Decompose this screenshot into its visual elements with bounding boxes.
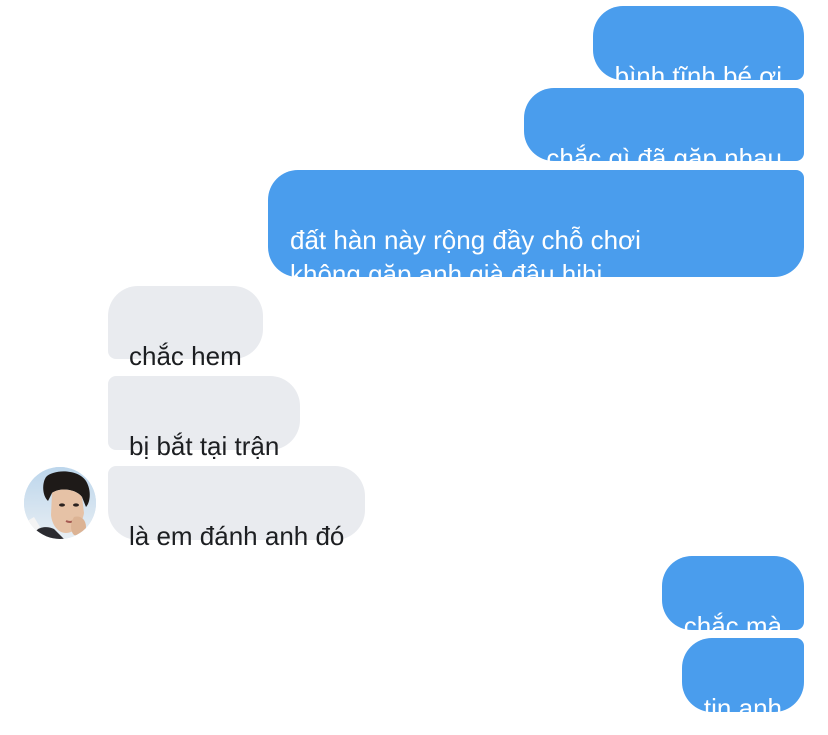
message-text: chắc mà (683, 611, 782, 641)
message-bubble-outgoing[interactable]: chắc mà (661, 556, 804, 641)
message-text: là em đánh anh đó (129, 521, 345, 551)
message-bubble-incoming[interactable]: bị bắt tại trận (108, 376, 301, 461)
user-avatar-photo-icon (24, 467, 96, 539)
message-bubble-outgoing[interactable]: tin anh (681, 638, 804, 723)
message-bubble-incoming[interactable]: chắc hem (108, 286, 263, 371)
message-bubble-outgoing[interactable]: chắc gì đã gặp nhau (524, 88, 804, 173)
message-text: đất hàn này rộng đầy chỗ chơi không gặp … (290, 225, 641, 289)
message-text: bình tĩnh bé ơi (614, 61, 782, 91)
avatar[interactable] (24, 467, 96, 539)
message-bubble-outgoing[interactable]: đất hàn này rộng đầy chỗ chơi không gặp … (268, 170, 804, 289)
message-text: tin anh (703, 693, 782, 723)
message-bubble-outgoing[interactable]: bình tĩnh bé ơi (592, 6, 804, 91)
message-text: chắc gì đã gặp nhau (546, 143, 782, 173)
message-bubble-incoming[interactable]: là em đánh anh đó (108, 466, 366, 551)
message-text: bị bắt tại trận (129, 431, 280, 461)
message-text: chắc hem (129, 341, 242, 371)
